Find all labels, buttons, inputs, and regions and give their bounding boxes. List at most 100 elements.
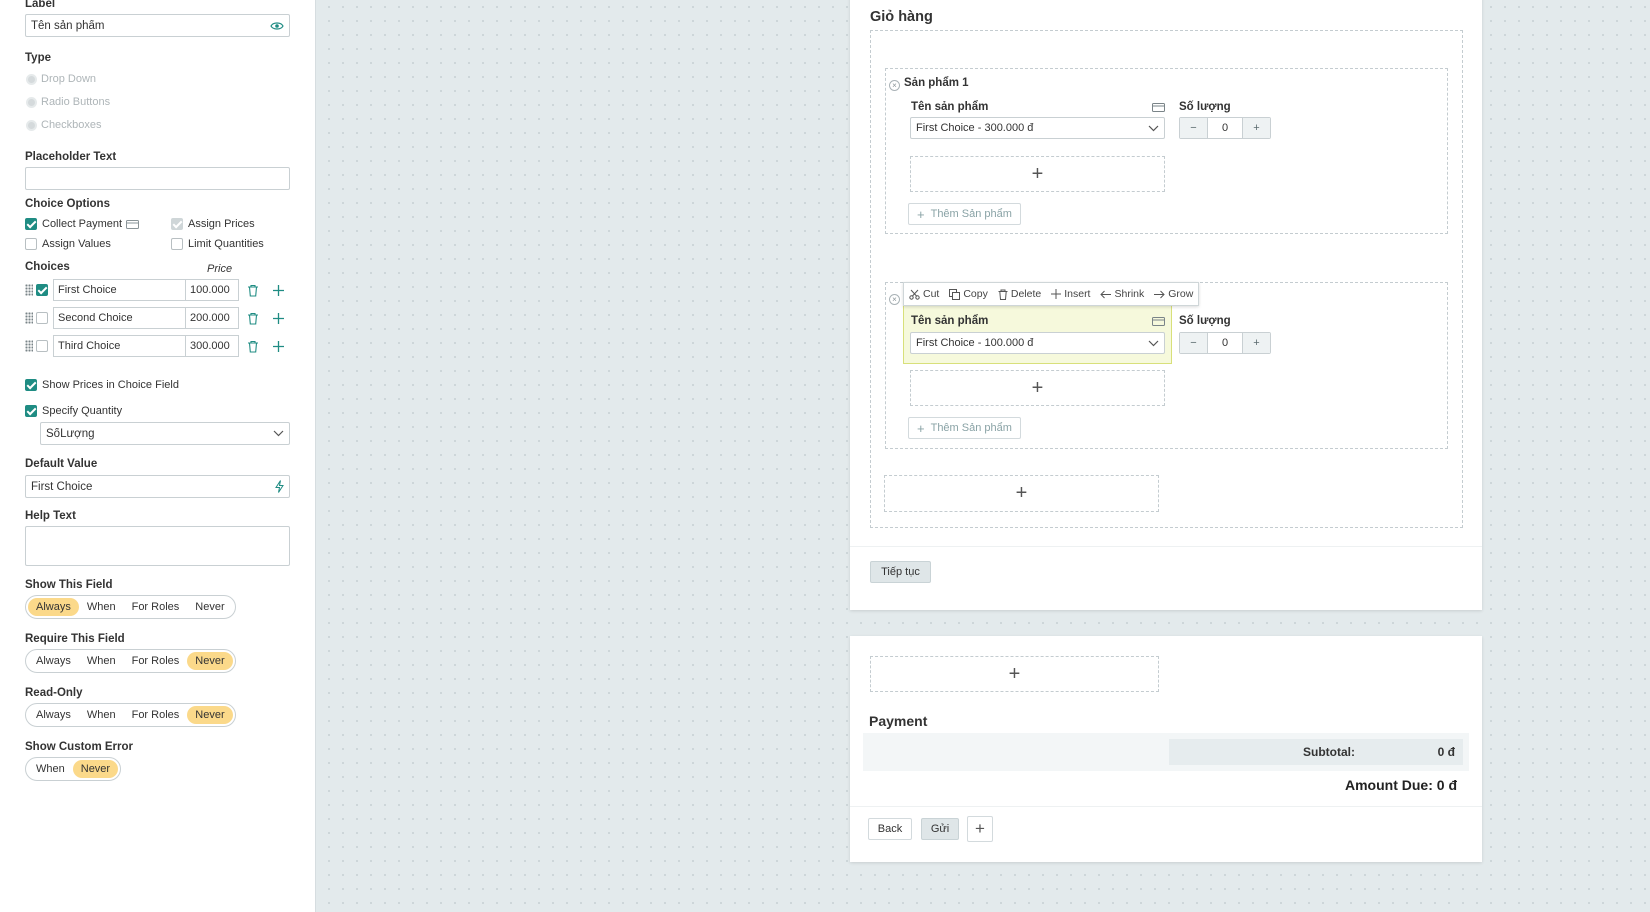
radio-icon (26, 96, 37, 108)
field-settings-panel: Label Tên sản phẩm Type Drop Down Radio … (0, 0, 316, 912)
drag-handle-icon[interactable] (25, 340, 33, 352)
type-option-label: Checkboxes (41, 119, 102, 131)
submit-button[interactable]: Gửi (921, 818, 959, 840)
collect-payment-checkbox[interactable]: Collect Payment (25, 218, 140, 230)
custom-error-when[interactable]: When (28, 760, 73, 778)
delete-button[interactable]: Delete (993, 288, 1046, 300)
read-only-when[interactable]: When (79, 706, 124, 724)
choice-label-input[interactable]: Third Choice (53, 335, 186, 357)
type-option-radio[interactable]: Radio Buttons (26, 96, 110, 108)
read-only-never[interactable]: Never (187, 706, 233, 724)
quantity-field-select[interactable]: SốLượng (40, 422, 290, 445)
decrement-button[interactable]: − (1180, 333, 1207, 353)
add-field-placeholder[interactable]: + (870, 656, 1159, 692)
lightning-icon[interactable] (275, 480, 284, 493)
trash-icon[interactable] (247, 312, 259, 325)
add-field-placeholder[interactable]: + (910, 156, 1165, 192)
choice-default-checkbox[interactable] (36, 312, 48, 324)
show-field-when[interactable]: When (79, 598, 124, 616)
shrink-button[interactable]: Shrink (1095, 288, 1149, 300)
show-prices-checkbox[interactable]: Show Prices in Choice Field (25, 379, 179, 391)
checkbox-icon (171, 218, 183, 230)
custom-error-never[interactable]: Never (72, 760, 119, 778)
eye-icon[interactable] (270, 21, 284, 31)
continue-button[interactable]: Tiếp tục (870, 561, 931, 583)
require-field-when[interactable]: When (79, 652, 124, 670)
choice-default-checkbox[interactable] (36, 284, 48, 296)
add-field-placeholder[interactable]: + (910, 370, 1165, 406)
custom-error-heading: Show Custom Error (25, 741, 133, 753)
require-field-for-roles[interactable]: For Roles (124, 652, 188, 670)
assign-prices-checkbox[interactable]: Assign Prices (171, 218, 255, 230)
shrink-label: Shrink (1114, 288, 1145, 300)
trash-icon[interactable] (247, 284, 259, 297)
plus-icon[interactable] (272, 312, 285, 325)
choice-price-input[interactable]: 300.000 (186, 335, 239, 357)
plus-icon: + (917, 420, 925, 436)
grow-button[interactable]: Grow (1149, 288, 1198, 300)
trash-icon[interactable] (247, 340, 259, 353)
plus-icon (1051, 289, 1062, 299)
type-option-checkboxes[interactable]: Checkboxes (26, 119, 102, 131)
require-field-heading: Require This Field (25, 633, 125, 645)
add-product-label: Thêm Sản phẩm (930, 208, 1012, 220)
drag-handle-icon[interactable] (25, 284, 33, 296)
drag-handle-icon[interactable] (25, 312, 33, 324)
quantity-value[interactable]: 0 (1207, 118, 1243, 138)
copy-label: Copy (963, 288, 988, 300)
product-name-label: Tên sản phẩm (911, 101, 989, 113)
remove-icon[interactable]: × (889, 294, 900, 305)
plus-icon[interactable] (272, 284, 285, 297)
type-option-dropdown[interactable]: Drop Down (26, 73, 96, 85)
show-field-for-roles[interactable]: For Roles (124, 598, 188, 616)
plus-icon[interactable] (272, 340, 285, 353)
limit-quantities-checkbox[interactable]: Limit Quantities (171, 238, 264, 250)
show-field-always[interactable]: Always (28, 598, 79, 616)
remove-icon[interactable]: × (889, 80, 900, 91)
specify-quantity-checkbox[interactable]: Specify Quantity (25, 405, 122, 417)
product-name-select[interactable]: First Choice - 100.000 đ (910, 332, 1165, 354)
choice-default-checkbox[interactable] (36, 340, 48, 352)
assign-values-checkbox[interactable]: Assign Values (25, 238, 111, 250)
limit-quantities-label: Limit Quantities (188, 238, 264, 250)
field-toolbar: Cut Copy Delete Insert Shrink Grow (903, 282, 1200, 306)
increment-button[interactable]: + (1243, 118, 1270, 138)
read-only-always[interactable]: Always (28, 706, 79, 724)
label-input[interactable]: Tên sản phẩm (25, 14, 290, 37)
require-field-toggle: Always When For Roles Never (25, 649, 236, 673)
copy-button[interactable]: Copy (944, 288, 993, 300)
choice-price-input[interactable]: 200.000 (186, 307, 239, 329)
selected-field-highlight (903, 298, 1172, 364)
add-field-placeholder[interactable]: + (884, 475, 1159, 512)
cut-button[interactable]: Cut (904, 288, 944, 300)
choice-label-input[interactable]: Second Choice (53, 307, 186, 329)
help-text-heading: Help Text (25, 510, 76, 522)
choice-label-input[interactable]: First Choice (53, 279, 186, 301)
help-text-textarea[interactable] (25, 526, 290, 566)
require-field-never[interactable]: Never (187, 652, 233, 670)
payment-title: Payment (869, 713, 928, 729)
show-field-never[interactable]: Never (187, 598, 232, 616)
increment-button[interactable]: + (1243, 333, 1270, 353)
placeholder-input[interactable] (25, 167, 290, 190)
type-option-label: Radio Buttons (41, 96, 111, 108)
choice-row: First Choice 100.000 (25, 279, 285, 301)
custom-error-toggle: When Never (25, 757, 122, 781)
subtotal-value: 0 đ (1437, 745, 1455, 759)
require-field-always[interactable]: Always (28, 652, 79, 670)
insert-button[interactable]: Insert (1046, 288, 1095, 300)
add-button[interactable]: + (967, 816, 993, 842)
quantity-value[interactable]: 0 (1207, 333, 1243, 353)
card-icon (1152, 317, 1165, 326)
default-value-input[interactable]: First Choice (25, 475, 290, 498)
assign-prices-label: Assign Prices (188, 218, 255, 230)
choice-price-input[interactable]: 100.000 (186, 279, 239, 301)
add-product-button[interactable]: + Thêm Sản phẩm (908, 417, 1021, 439)
read-only-for-roles[interactable]: For Roles (124, 706, 188, 724)
add-product-label: Thêm Sản phẩm (930, 422, 1012, 434)
add-product-button[interactable]: + Thêm Sản phẩm (908, 203, 1021, 225)
product-name-select[interactable]: First Choice - 300.000 đ (910, 117, 1165, 139)
back-button[interactable]: Back (868, 818, 912, 840)
amount-due: Amount Due: 0 đ (1345, 777, 1457, 793)
decrement-button[interactable]: − (1180, 118, 1207, 138)
